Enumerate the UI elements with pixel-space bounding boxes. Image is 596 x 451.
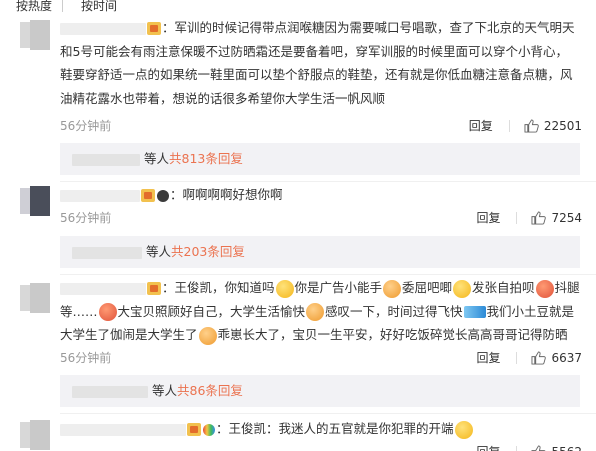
graduation-cap-icon <box>157 189 169 202</box>
avatar[interactable] <box>20 420 54 451</box>
divider <box>60 413 596 414</box>
comment-actions: 回复 6637 <box>476 349 582 366</box>
comment-body: 委屈吧唧 <box>402 280 453 295</box>
action-divider <box>516 211 518 224</box>
comment-text: ：军训的时候记得带点润喉糖因为需要喊口号唱歌，查了下北京的天气明天和5号可能会有… <box>60 16 580 110</box>
sort-tabs: 按热度 按时间 <box>0 0 127 14</box>
avatar-image <box>30 186 50 216</box>
comment-body: 伽闹是大学生了 <box>110 327 198 342</box>
like-count: 7254 <box>551 210 582 225</box>
vip-badge-icon <box>141 189 155 202</box>
comment-body: 等…… <box>60 303 98 319</box>
laugh-emoji-icon <box>453 279 472 298</box>
reply-button[interactable]: 回复 <box>476 349 500 366</box>
vip-badge-icon <box>187 423 201 436</box>
divider <box>60 274 596 275</box>
comment-body: ：王俊凯，你知道吗 <box>162 280 275 295</box>
reply-button[interactable]: 回复 <box>469 117 493 134</box>
avatar[interactable] <box>20 283 54 317</box>
comment-body: 大宝贝照顾好自己，大学生活愉快 <box>117 303 306 319</box>
action-divider <box>516 351 518 364</box>
comment-text: ：王俊凯：我迷人的五官就是你犯罪的开端 <box>60 417 580 441</box>
avatar-image <box>30 420 50 450</box>
action-divider <box>508 119 510 132</box>
username[interactable] <box>60 189 140 202</box>
avatar[interactable] <box>20 186 54 220</box>
comment-body: 感叹一下，时间过得飞快 <box>325 303 463 319</box>
reply-button[interactable]: 回复 <box>476 443 500 451</box>
comment-body: 你是广告小能手 <box>294 280 383 295</box>
cat-emoji-icon <box>454 420 473 439</box>
like-count: 6637 <box>551 350 582 365</box>
comment-time: 56分钟前 <box>60 119 112 133</box>
sub-reply-people-label: 等人 <box>152 383 178 398</box>
thumbs-up-icon[interactable] <box>531 444 547 451</box>
comment-actions: 回复 7254 <box>476 209 582 226</box>
avatar-image <box>20 422 30 448</box>
vip-badge-icon <box>147 282 161 295</box>
aggrieved-emoji-icon <box>383 279 402 298</box>
avatar[interactable] <box>20 20 54 54</box>
happy-emoji-icon <box>306 303 325 321</box>
sub-replies-box[interactable]: 等人共813条回复 <box>60 143 580 175</box>
sub-reply-total-link[interactable]: 共86条回复 <box>177 383 243 398</box>
avatar-image <box>30 20 50 50</box>
like-count: 22501 <box>543 118 582 133</box>
avatar-image <box>20 285 30 311</box>
thumbs-up-icon[interactable] <box>524 118 539 133</box>
comment-time: 56分钟前 <box>60 351 112 365</box>
comment-text: ：啊啊啊啊好想你啊 <box>60 183 580 207</box>
cute-emoji-icon <box>198 326 217 345</box>
thumbs-up-icon[interactable] <box>531 350 547 365</box>
divider <box>60 181 596 182</box>
comment-body: ：啊啊啊啊好想你啊 <box>170 187 283 202</box>
sub-reply-users <box>72 246 142 259</box>
avatar-image <box>20 188 30 214</box>
comment-text: ：王俊凯，你知道吗 你是广告小能手 委屈吧唧 发张自拍呗 抖腿等…… 大宝贝照顾好自己，大… <box>60 276 580 347</box>
sort-by-time-tab[interactable]: 按时间 <box>63 0 127 12</box>
balloon-badge-icon <box>203 423 215 436</box>
sub-reply-people-label: 等人 <box>146 244 172 259</box>
avatar-image <box>20 22 30 48</box>
baby-emoji-icon <box>98 303 117 321</box>
sort-by-hot-tab[interactable]: 按热度 <box>0 0 62 12</box>
sub-reply-total-link[interactable]: 共203条回复 <box>171 244 245 259</box>
crab-emoji-icon <box>535 279 554 298</box>
comment-actions: 回复 22501 <box>469 117 582 134</box>
username[interactable] <box>60 423 186 436</box>
comment-time: 56分钟前 <box>60 211 112 225</box>
avatar-image <box>30 283 50 313</box>
airplane-icon <box>463 306 486 318</box>
sub-reply-people-label: 等人 <box>144 151 170 166</box>
comment-body: 抖腿 <box>554 280 580 295</box>
vip-badge-icon <box>147 22 161 35</box>
grin-emoji-icon <box>275 279 294 298</box>
sub-reply-users <box>72 153 140 166</box>
thumbs-up-icon[interactable] <box>531 210 547 225</box>
reply-button[interactable]: 回复 <box>476 209 500 226</box>
sub-reply-total-link[interactable]: 共813条回复 <box>169 151 243 166</box>
action-divider <box>516 445 518 451</box>
comment-body: ：王俊凯：我迷人的五官就是你犯罪的开端 <box>216 421 454 436</box>
comment-actions: 回复 5562 <box>476 443 582 451</box>
sub-reply-users <box>72 385 148 398</box>
sub-replies-box[interactable]: 等人共86条回复 <box>60 375 580 407</box>
comment-body: 发张自拍呗 <box>472 280 535 295</box>
comment-body: 乖崽长大了，宝贝一生平安，好好吃饭碎觉长高高哥哥记得防晒 <box>217 327 568 342</box>
like-count: 5562 <box>551 445 582 451</box>
username[interactable] <box>60 282 146 295</box>
username[interactable] <box>60 22 146 35</box>
sub-replies-box[interactable]: 等人共203条回复 <box>60 236 580 268</box>
